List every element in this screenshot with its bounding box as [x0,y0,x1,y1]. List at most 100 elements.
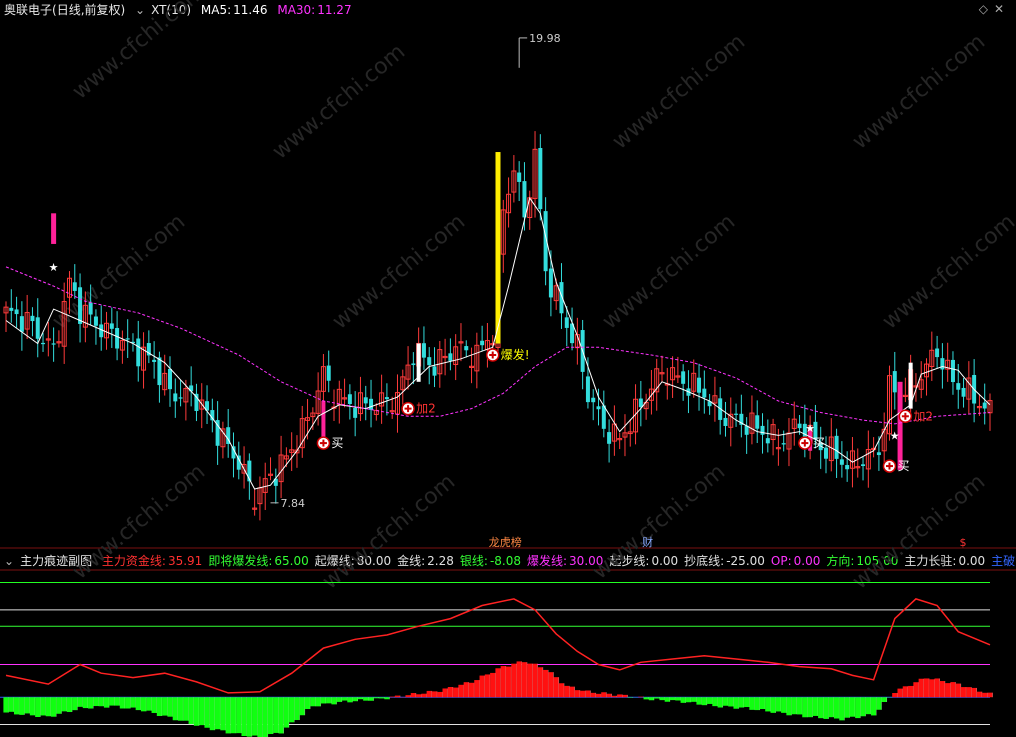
histogram-bar [267,697,274,735]
candle-down [538,147,543,210]
histogram-bar [193,697,200,726]
watermark-11: www.cfchi.com [848,469,990,594]
histogram-bar [45,697,51,717]
histogram-bar [881,697,887,702]
histogram-bar [759,697,766,710]
candle-down [115,327,120,349]
watermark-1: www.cfchi.com [268,39,410,164]
watermark-2: www.cfchi.com [608,29,750,154]
candle-down [125,338,130,340]
histogram-bar [389,696,395,698]
candle-down [72,282,77,291]
histogram-bar [987,692,993,698]
histogram-bar [146,697,152,711]
histogram-bar [304,697,311,710]
histogram-bar [183,697,189,721]
stock-chart[interactable]: www.cfchi.com www.cfchi.com www.cfchi.com w… [0,0,1016,737]
candle-down [876,452,881,456]
histogram-bar [199,697,205,726]
candle-down [363,397,368,404]
histogram-bar [897,688,903,698]
histogram-bar [29,697,36,716]
histogram-bar [72,697,78,711]
signal-label-1: 加2 [416,402,436,416]
histogram-bar [109,697,115,706]
candle-down [548,268,553,298]
histogram-bar [88,697,94,709]
histogram-bar [363,697,369,701]
candle-down [517,172,522,182]
candle-down [601,405,606,429]
candle-down [464,346,469,351]
histogram-bar [151,697,157,713]
histogram-bar [807,697,813,718]
histogram-bar [209,697,215,731]
histogram-bar [421,693,427,698]
histogram-bar [246,697,252,737]
histogram-bar [664,697,670,702]
signal-label-3: 买 [813,436,825,450]
candle-down [564,317,569,328]
histogram-bar [230,697,237,734]
candle-down [797,423,802,429]
histogram-bar [103,697,110,708]
candle-down [734,413,739,415]
candle-down [596,406,601,410]
histogram-bar [833,697,840,719]
histogram-bar [479,675,485,698]
histogram-bar [167,697,173,717]
histogram-bar [823,697,829,719]
candle-down [14,309,19,315]
histogram-bar [791,697,797,715]
histogram-bar [574,690,580,698]
histogram-bar [844,697,850,718]
histogram-bar [929,679,935,698]
histogram-bar [860,697,866,717]
candle-down [109,323,114,329]
histogram-bar [839,697,845,721]
candle-down [638,398,643,408]
candle-down [19,316,24,332]
histogram-bar [273,697,279,733]
histogram-bar [114,697,120,706]
histogram-bar [453,687,459,698]
histogram-bar [680,697,686,703]
candle-down [432,366,437,376]
candle-down [961,387,966,397]
event-marker-1: 财 [642,535,653,549]
histogram-bar [135,697,141,711]
histogram-bar [960,687,967,698]
histogram-bar [3,697,9,713]
event-marker-2: $ [960,536,967,549]
histogram-bar [744,697,750,708]
candle-down [845,465,850,470]
candle-down [369,398,374,410]
histogram-bar [331,697,337,705]
watermark-6: www.cfchi.com [598,209,740,334]
histogram-bar [19,697,25,715]
histogram-bar [648,697,655,701]
histogram-bar [971,687,977,698]
histogram-bar [262,697,268,737]
candle-down [697,377,702,393]
histogram-bar [553,677,559,698]
histogram-bar [527,663,533,698]
candle-down [956,383,961,390]
histogram-bar [384,697,390,700]
histogram-bar [56,697,62,714]
candle-down [168,368,172,390]
candle-down [982,402,987,409]
histogram-bar [236,697,242,734]
histogram-bar [923,678,930,698]
histogram-bar [569,686,575,698]
histogram-bar [310,697,316,707]
histogram-bar [913,682,919,698]
signal-bar [321,400,326,440]
candle-down [723,417,728,426]
histogram-bar [564,685,570,698]
histogram-bar [654,697,660,699]
histogram-bar [51,697,57,717]
candle-down [347,394,352,405]
histogram-bar [495,668,501,698]
histogram-bar [437,691,443,698]
